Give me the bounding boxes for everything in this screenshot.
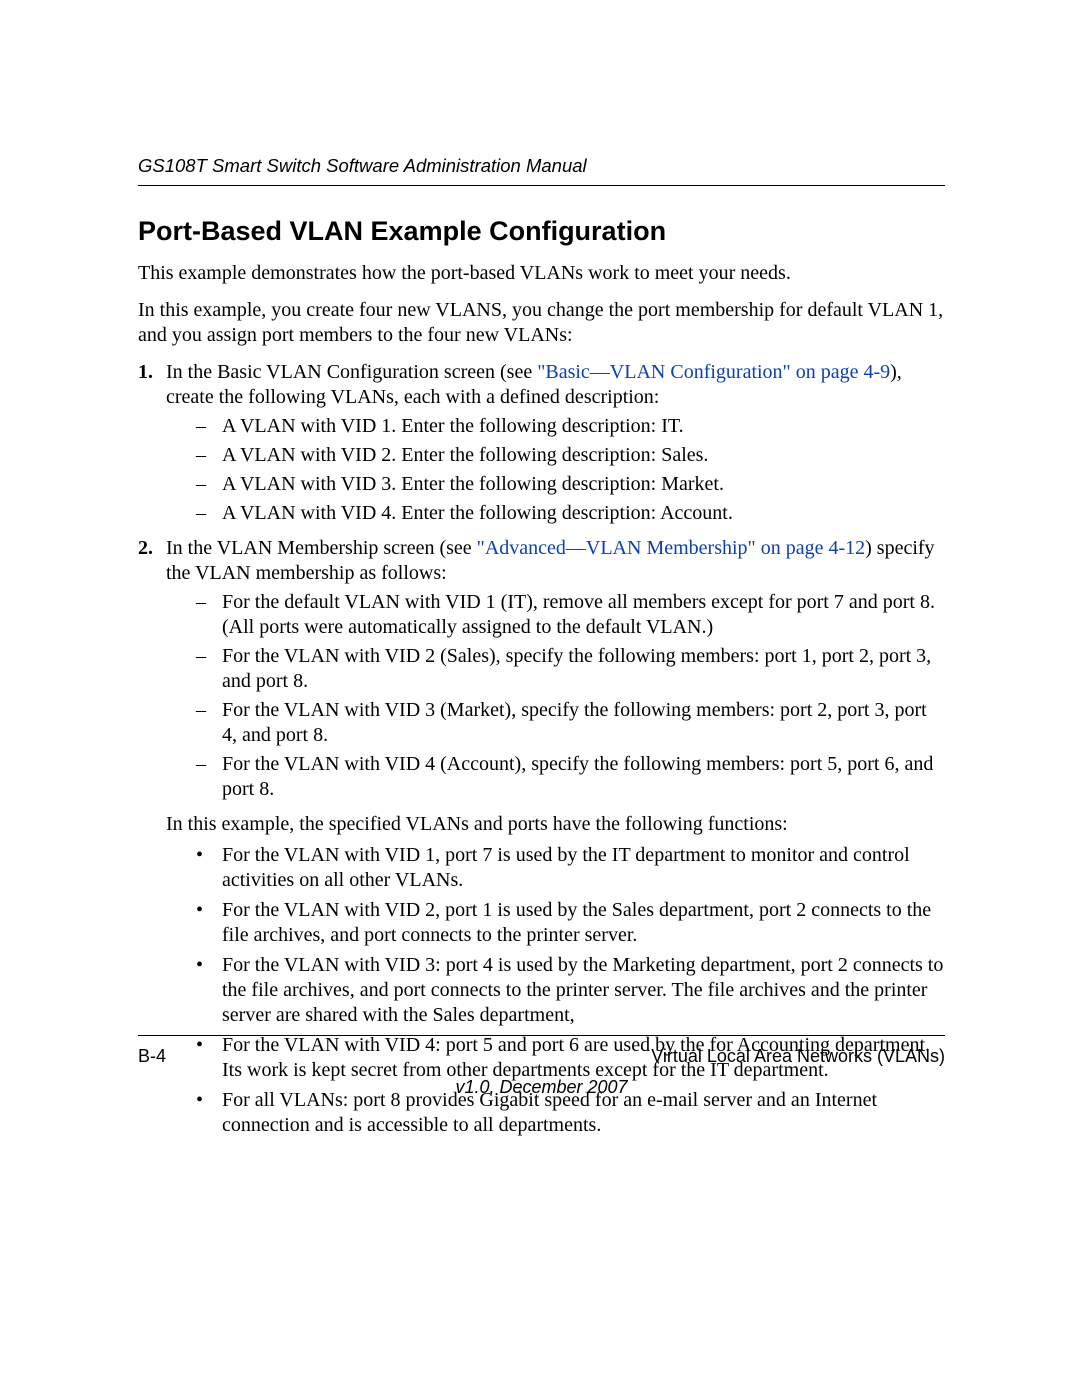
- steps-list: 1. In the Basic VLAN Configuration scree…: [138, 360, 945, 1138]
- step-1: 1. In the Basic VLAN Configuration scree…: [138, 360, 945, 526]
- list-item: A VLAN with VID 3. Enter the following d…: [166, 472, 945, 497]
- list-item: For the VLAN with VID 3 (Market), specif…: [166, 698, 945, 748]
- intro-paragraph-1: This example demonstrates how the port-b…: [138, 261, 945, 286]
- list-item: For the VLAN with VID 2 (Sales), specify…: [166, 644, 945, 694]
- step-1-text-pre: In the Basic VLAN Configuration screen (…: [166, 361, 537, 383]
- page-footer: B-4 Virtual Local Area Networks (VLANs) …: [138, 1035, 945, 1098]
- list-item: A VLAN with VID 1. Enter the following d…: [166, 414, 945, 439]
- page-number: B-4: [138, 1046, 166, 1067]
- step-2-mid-paragraph: In this example, the specified VLANs and…: [166, 812, 945, 837]
- step-number: 1.: [138, 360, 153, 385]
- list-item: For the VLAN with VID 3: port 4 is used …: [166, 953, 945, 1028]
- list-item: A VLAN with VID 4. Enter the following d…: [166, 501, 945, 526]
- page: GS108T Smart Switch Software Administrat…: [0, 0, 1080, 1397]
- list-item: For the VLAN with VID 2, port 1 is used …: [166, 898, 945, 948]
- list-item: For the default VLAN with VID 1 (IT), re…: [166, 590, 945, 640]
- list-item: For the VLAN with VID 4 (Account), speci…: [166, 752, 945, 802]
- footer-chapter-title: Virtual Local Area Networks (VLANs): [651, 1046, 945, 1067]
- link-advanced-vlan-membership[interactable]: "Advanced—VLAN Membership" on page 4-12: [477, 537, 865, 559]
- step-1-sublist: A VLAN with VID 1. Enter the following d…: [166, 414, 945, 526]
- step-2-sublist: For the default VLAN with VID 1 (IT), re…: [166, 590, 945, 802]
- footer-rule: [138, 1035, 945, 1036]
- step-number: 2.: [138, 536, 153, 561]
- running-header: GS108T Smart Switch Software Administrat…: [138, 155, 945, 186]
- list-item: For the VLAN with VID 1, port 7 is used …: [166, 843, 945, 893]
- footer-row: B-4 Virtual Local Area Networks (VLANs): [138, 1046, 945, 1067]
- step-2-text-pre: In the VLAN Membership screen (see: [166, 537, 477, 559]
- section-title: Port-Based VLAN Example Configuration: [138, 216, 945, 247]
- footer-version: v1.0, December 2007: [138, 1077, 945, 1098]
- list-item: A VLAN with VID 2. Enter the following d…: [166, 443, 945, 468]
- intro-paragraph-2: In this example, you create four new VLA…: [138, 298, 945, 348]
- link-basic-vlan-config[interactable]: "Basic—VLAN Configuration" on page 4-9: [537, 361, 890, 383]
